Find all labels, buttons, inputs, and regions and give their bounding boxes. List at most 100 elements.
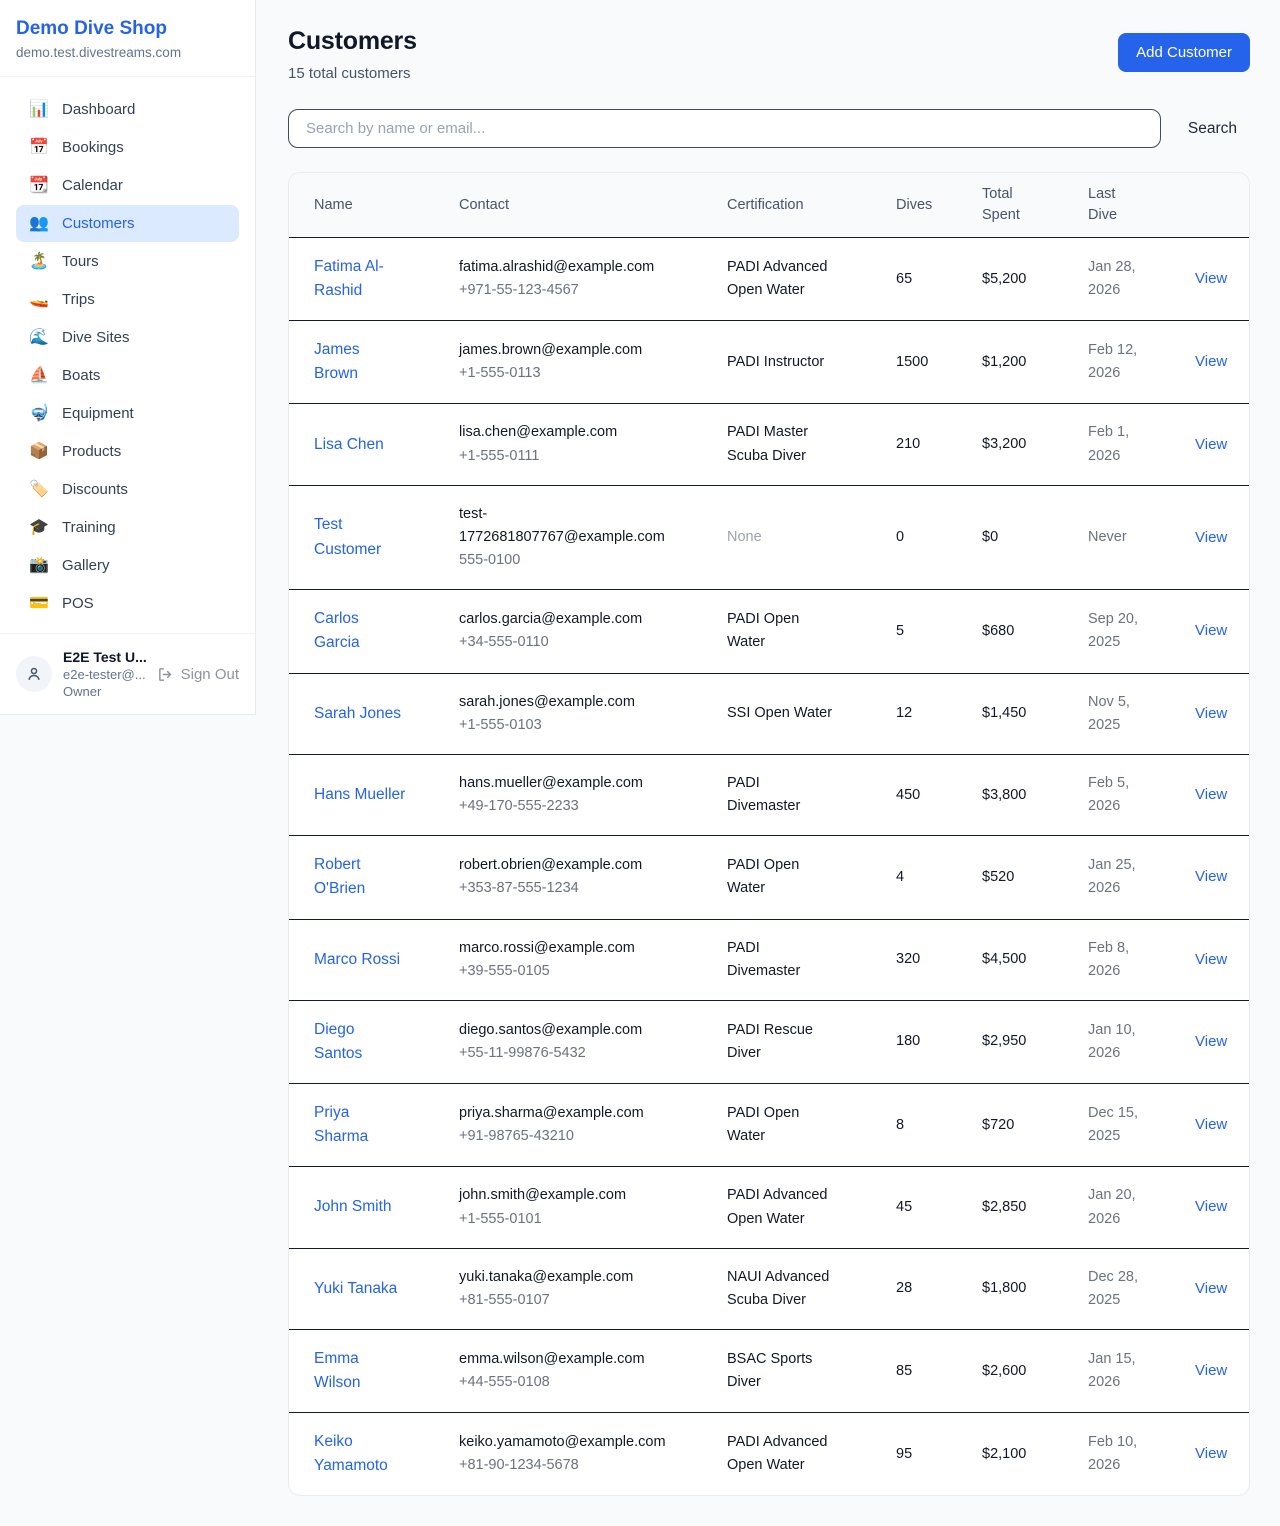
contact-cell: test-1772681807767@example.com 555-0100	[459, 486, 727, 590]
customer-name-link[interactable]: Test Customer	[314, 513, 406, 561]
dive-sites-icon: 🌊	[29, 330, 49, 346]
total-spent-cell: $1,200	[982, 334, 1088, 391]
customer-phone: +55-11-99876-5432	[459, 1042, 727, 1065]
table-row: Robert O'Brien robert.obrien@example.com…	[289, 836, 1249, 919]
sign-out-button[interactable]: Sign Out	[157, 666, 239, 683]
contact-cell: marco.rossi@example.com +39-555-0105	[459, 920, 727, 1000]
dives-cell: 28	[896, 1260, 982, 1317]
sidebar-item-dive-sites[interactable]: 🌊 Dive Sites	[16, 319, 239, 356]
view-link[interactable]: View	[1195, 868, 1227, 885]
certification-cell: PADI Advanced Open Water	[727, 1414, 835, 1494]
customer-name-link[interactable]: Carlos Garcia	[314, 607, 406, 655]
view-link[interactable]: View	[1195, 1198, 1227, 1215]
customer-name-link[interactable]: Priya Sharma	[314, 1101, 406, 1149]
sidebar-item-trips[interactable]: 🚤 Trips	[16, 281, 239, 318]
customer-phone: +1-555-0103	[459, 714, 727, 737]
last-dive-cell: Jan 20, 2026	[1088, 1167, 1158, 1247]
view-link[interactable]: View	[1195, 1116, 1227, 1133]
view-link[interactable]: View	[1195, 705, 1227, 722]
customer-phone: +81-90-1234-5678	[459, 1454, 727, 1477]
table-row: Marco Rossi marco.rossi@example.com +39-…	[289, 920, 1249, 1001]
customer-name-link[interactable]: Sarah Jones	[314, 702, 401, 726]
view-link[interactable]: View	[1195, 1280, 1227, 1297]
view-link[interactable]: View	[1195, 951, 1227, 968]
customer-name-link[interactable]: James Brown	[314, 338, 406, 386]
customer-email: carlos.garcia@example.com	[459, 608, 671, 631]
view-link[interactable]: View	[1195, 270, 1227, 287]
customer-name-link[interactable]: Emma Wilson	[314, 1347, 406, 1395]
customer-phone: +39-555-0105	[459, 960, 727, 983]
certification-cell: PADI Rescue Diver	[727, 1002, 835, 1082]
page-title: Customers	[288, 27, 417, 56]
customer-name-link[interactable]: Hans Mueller	[314, 783, 405, 807]
view-link[interactable]: View	[1195, 529, 1227, 546]
sidebar-item-dashboard[interactable]: 📊 Dashboard	[16, 91, 239, 128]
last-dive-cell: Dec 28, 2025	[1088, 1249, 1158, 1329]
column-header-last-dive: Last Dive	[1088, 173, 1195, 237]
sidebar-item-label: POS	[62, 595, 94, 612]
sidebar-item-training[interactable]: 🎓 Training	[16, 509, 239, 546]
sidebar-item-tours[interactable]: 🏝️ Tours	[16, 243, 239, 280]
last-dive-cell: Never	[1088, 509, 1158, 566]
sidebar-item-products[interactable]: 📦 Products	[16, 433, 239, 470]
search-button[interactable]: Search	[1188, 120, 1237, 138]
dives-cell: 320	[896, 931, 982, 988]
sidebar-item-label: Training	[62, 519, 116, 536]
total-spent-cell: $3,800	[982, 767, 1088, 824]
last-dive-cell: Nov 5, 2025	[1088, 674, 1158, 754]
contact-cell: hans.mueller@example.com +49-170-555-223…	[459, 755, 727, 835]
certification-cell: PADI Open Water	[727, 591, 835, 671]
certification-cell: PADI Advanced Open Water	[727, 1167, 835, 1247]
customer-email: priya.sharma@example.com	[459, 1102, 671, 1125]
view-link[interactable]: View	[1195, 786, 1227, 803]
customer-email: test-1772681807767@example.com	[459, 503, 671, 549]
sidebar-item-label: Gallery	[62, 557, 110, 574]
customer-name-link[interactable]: Keiko Yamamoto	[314, 1430, 406, 1478]
view-link[interactable]: View	[1195, 1033, 1227, 1050]
sidebar-item-calendar[interactable]: 📆 Calendar	[16, 167, 239, 204]
contact-cell: sarah.jones@example.com +1-555-0103	[459, 674, 727, 754]
view-link[interactable]: View	[1195, 353, 1227, 370]
sign-out-label: Sign Out	[181, 666, 239, 683]
sidebar-item-gallery[interactable]: 📸 Gallery	[16, 547, 239, 584]
last-dive-cell: Jan 25, 2026	[1088, 837, 1158, 917]
sidebar-item-equipment[interactable]: 🤿 Equipment	[16, 395, 239, 432]
sidebar-item-customers[interactable]: 👥 Customers	[16, 205, 239, 242]
last-dive-cell: Jan 28, 2026	[1088, 239, 1158, 319]
sidebar-item-discounts[interactable]: 🏷️ Discounts	[16, 471, 239, 508]
customer-phone: +1-555-0101	[459, 1208, 727, 1231]
view-link[interactable]: View	[1195, 1445, 1227, 1462]
sidebar-item-bookings[interactable]: 📅 Bookings	[16, 129, 239, 166]
table-row: Carlos Garcia carlos.garcia@example.com …	[289, 590, 1249, 673]
customer-name-link[interactable]: Robert O'Brien	[314, 853, 406, 901]
total-spent-cell: $1,450	[982, 685, 1088, 742]
sidebar-item-boats[interactable]: ⛵ Boats	[16, 357, 239, 394]
tours-icon: 🏝️	[29, 254, 49, 270]
page-title-block: Customers 15 total customers	[288, 27, 417, 82]
last-dive-cell: Feb 8, 2026	[1088, 920, 1158, 1000]
customer-name-link[interactable]: Lisa Chen	[314, 433, 384, 457]
sidebar-item-pos[interactable]: 💳 POS	[16, 585, 239, 622]
page-header: Customers 15 total customers Add Custome…	[288, 27, 1250, 82]
dives-cell: 85	[896, 1343, 982, 1400]
customer-name-link[interactable]: Diego Santos	[314, 1018, 406, 1066]
column-header-contact: Contact	[459, 173, 727, 237]
view-link[interactable]: View	[1195, 622, 1227, 639]
customer-email: sarah.jones@example.com	[459, 691, 671, 714]
customer-name-link[interactable]: Fatima Al-Rashid	[314, 255, 406, 303]
view-link[interactable]: View	[1195, 436, 1227, 453]
customer-name-link[interactable]: John Smith	[314, 1195, 392, 1219]
customer-name-link[interactable]: Marco Rossi	[314, 948, 400, 972]
view-link[interactable]: View	[1195, 1362, 1227, 1379]
customer-email: keiko.yamamoto@example.com	[459, 1431, 671, 1454]
contact-cell: keiko.yamamoto@example.com +81-90-1234-5…	[459, 1414, 727, 1494]
search-bar: Search	[288, 109, 1250, 148]
contact-cell: priya.sharma@example.com +91-98765-43210	[459, 1085, 727, 1165]
search-input[interactable]	[288, 109, 1161, 148]
table-row: Lisa Chen lisa.chen@example.com +1-555-0…	[289, 404, 1249, 485]
total-spent-cell: $3,200	[982, 416, 1088, 473]
table-row: Fatima Al-Rashid fatima.alrashid@example…	[289, 238, 1249, 321]
customer-name-link[interactable]: Yuki Tanaka	[314, 1277, 397, 1301]
add-customer-button[interactable]: Add Customer	[1118, 33, 1250, 72]
customer-phone: +1-555-0113	[459, 362, 727, 385]
